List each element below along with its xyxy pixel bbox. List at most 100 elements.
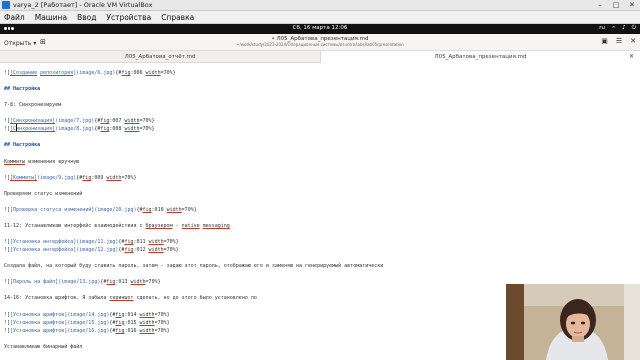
editor-line-segment: :007 bbox=[109, 118, 125, 125]
editor-line-segment: ## Настройка bbox=[4, 86, 41, 93]
editor-line-segment: (image/8.jpg) bbox=[55, 126, 95, 133]
volume-icon[interactable]: ♪ bbox=[622, 25, 626, 32]
chevron-down-icon: ▾ bbox=[33, 39, 37, 47]
editor-line-segment: fig bbox=[142, 206, 152, 213]
editor-line-segment: (image/6.jpg) bbox=[76, 70, 116, 76]
editor-line-segment: (image/13.jpg) bbox=[58, 279, 101, 286]
menu-machine[interactable]: Машина bbox=[35, 13, 67, 22]
editor-line-segment: width bbox=[139, 327, 155, 334]
menu-input[interactable]: Ввод bbox=[77, 13, 96, 22]
editor-line-segment: [Установка интерфейса] bbox=[10, 239, 77, 246]
editor-line-segment: width bbox=[148, 247, 164, 254]
editor-line-segment: :013 bbox=[115, 279, 131, 286]
editor-line: 7-8: Синхронизируем bbox=[4, 102, 61, 108]
editor-line-segment: [Установка шрифтов] bbox=[10, 311, 68, 318]
editor-line-segment: ## Настройка bbox=[4, 142, 41, 149]
editor-line-segment: 7-8: Синхронизируем bbox=[4, 102, 62, 109]
editor-line-segment: [Установка шрифтов] bbox=[10, 327, 68, 334]
tab-label: Л05_Арбатова_отчёт.md bbox=[124, 54, 196, 60]
editor-header-bar: Открыть ▾ ⊞ • Л05_Арбатова_презентация.m… bbox=[0, 34, 640, 51]
editor-line-segment: fig bbox=[82, 174, 92, 181]
editor-line-segment: :012 bbox=[133, 247, 149, 254]
vbox-menu-bar: Файл Машина Ввод Устройства Справка bbox=[0, 11, 640, 24]
editor-line-segment: width bbox=[106, 174, 122, 181]
editor-line: ## Настройка bbox=[4, 142, 40, 148]
gnome-top-bar: Сб, 16 марта 12:06 ru ⌔ ♪ ⏻ bbox=[0, 24, 640, 34]
minimize-icon[interactable]: – bbox=[592, 0, 608, 11]
tab-close-icon[interactable]: ✕ bbox=[629, 51, 634, 63]
menu-devices[interactable]: Устройства bbox=[106, 13, 151, 22]
menu-file[interactable]: Файл bbox=[4, 13, 25, 22]
close-window-icon[interactable]: ✕ bbox=[630, 37, 636, 45]
editor-line-segment: :008 bbox=[109, 126, 125, 133]
open-button[interactable]: Открыть ▾ bbox=[4, 38, 36, 48]
editor-line: ![[Проверка статуса изменений](image/10.… bbox=[4, 207, 197, 213]
editor-line-segment: =70%} bbox=[163, 239, 179, 246]
power-icon[interactable]: ⏻ bbox=[632, 25, 636, 32]
gnome-clock[interactable]: Сб, 16 марта 12:06 bbox=[0, 25, 640, 31]
menu-icon[interactable]: ☰ bbox=[616, 37, 622, 45]
editor-line: Коммиты изменения вручную bbox=[4, 159, 79, 165]
editor-line-segment: messaging bbox=[202, 222, 230, 229]
editor-line-segment: сделать, но до этого было установлено по bbox=[133, 295, 257, 302]
editor-line-segment: [Установка интерфейса] bbox=[10, 247, 77, 254]
window-controls: – □ ✕ bbox=[592, 0, 640, 11]
editor-line-segment: native bbox=[181, 222, 200, 229]
close-icon[interactable]: ✕ bbox=[624, 0, 640, 11]
editor-line-segment: (image/14.jpg) bbox=[67, 311, 110, 318]
editor-line-segment: :010 bbox=[151, 206, 167, 213]
maximize-icon[interactable]: □ bbox=[608, 0, 624, 11]
editor-line-segment: width bbox=[145, 70, 161, 76]
document-path: ~/work/study/2023-2024/Операционные сист… bbox=[236, 42, 404, 47]
editor-line-segment: браузером bbox=[145, 222, 173, 229]
editor-line: Устанавливаю бинарный файл bbox=[4, 344, 82, 350]
vbox-title-bar: varya_2 [Работает] - Oracle VM VirtualBo… bbox=[0, 0, 640, 11]
editor-line: ![[Установка шрифтов](image/16.jpg){#fig… bbox=[4, 328, 170, 334]
system-tray[interactable]: ru ⌔ ♪ ⏻ bbox=[599, 25, 636, 32]
editor-line-segment: Устанавливаю бинарный файл bbox=[4, 343, 83, 350]
editor-line-segment: [Пароль на файл] bbox=[10, 279, 59, 286]
tab-report[interactable]: Л05_Арбатова_отчёт.md bbox=[0, 51, 320, 63]
network-icon[interactable]: ⌔ bbox=[611, 25, 616, 32]
editor-line-segment: скриншот bbox=[109, 295, 134, 302]
editor-line-segment: =70%} bbox=[121, 174, 137, 181]
editor-line-segment: =70%} bbox=[154, 327, 170, 334]
editor-line-segment: Создала файл, на который буду ставить па… bbox=[4, 263, 384, 270]
editor-line: ![[Коммиты](image/9.jpg){#fig:009 width=… bbox=[4, 175, 137, 181]
keyboard-layout-indicator[interactable]: ru bbox=[599, 25, 605, 32]
editor-line-segment: =70%} bbox=[154, 311, 170, 318]
editor-line-segment: =70%} bbox=[139, 118, 155, 125]
editor-line: ![[Создание репозитория](image/6.jpg){#f… bbox=[4, 70, 176, 76]
editor-line: Создала файл, на который буду ставить па… bbox=[4, 263, 383, 269]
editor-line-segment: 14-16: Установка шрифтов. Я забыла bbox=[4, 295, 110, 302]
editor-line-segment: репозитория bbox=[40, 70, 74, 76]
editor-line-segment: =70%} bbox=[163, 247, 179, 254]
editor-line-segment: =70%} bbox=[154, 319, 170, 326]
mouse-cursor-icon bbox=[16, 124, 17, 131]
editor-line-segment: width bbox=[139, 319, 155, 326]
save-icon[interactable]: ▣ bbox=[601, 37, 608, 45]
editor-line-segment: :011 bbox=[133, 239, 149, 246]
editor-line: ![[Установка шрифтов](image/14.jpg){#fig… bbox=[4, 312, 170, 318]
editor-line-segment: width bbox=[166, 206, 182, 213]
editor-line: ![[Установка интерфейса](image/12.jpg){#… bbox=[4, 247, 179, 253]
webcam-image bbox=[506, 284, 640, 360]
menu-help[interactable]: Справка bbox=[161, 13, 194, 22]
editor-line-segment: :009 bbox=[91, 174, 107, 181]
editor-line: ![[Установка шрифтов](image/15.jpg){#fig… bbox=[4, 320, 170, 326]
editor-line: 14-16: Установка шрифтов. Я забыла скрин… bbox=[4, 295, 257, 301]
editor-line-segment: =70%} bbox=[139, 126, 155, 133]
editor-line-segment: :016 bbox=[124, 327, 140, 334]
editor-line: ![[Установка интерфейса](image/11.jpg){#… bbox=[4, 239, 179, 245]
editor-line: Проверяем статус изменений bbox=[4, 191, 82, 197]
editor-line-segment: :006 bbox=[130, 70, 146, 76]
tab-presentation[interactable]: Л05_Арбатова_презентация.md ✕ bbox=[320, 51, 640, 63]
window-title: varya_2 [Работает] - Oracle VM VirtualBo… bbox=[13, 1, 153, 9]
editor-line-segment: width bbox=[139, 311, 155, 318]
editor-line-segment: - bbox=[172, 222, 182, 229]
new-document-icon[interactable]: ⊞ bbox=[40, 38, 46, 46]
editor-line-segment: Проверяем статус изменений bbox=[4, 190, 83, 197]
editor-line-segment: Коммиты bbox=[4, 158, 26, 165]
editor-line-segment: 11-12: Устанавливаю интерфейс взаимодейс… bbox=[4, 222, 146, 229]
editor-line-segment: [Установка шрифтов] bbox=[10, 319, 68, 326]
